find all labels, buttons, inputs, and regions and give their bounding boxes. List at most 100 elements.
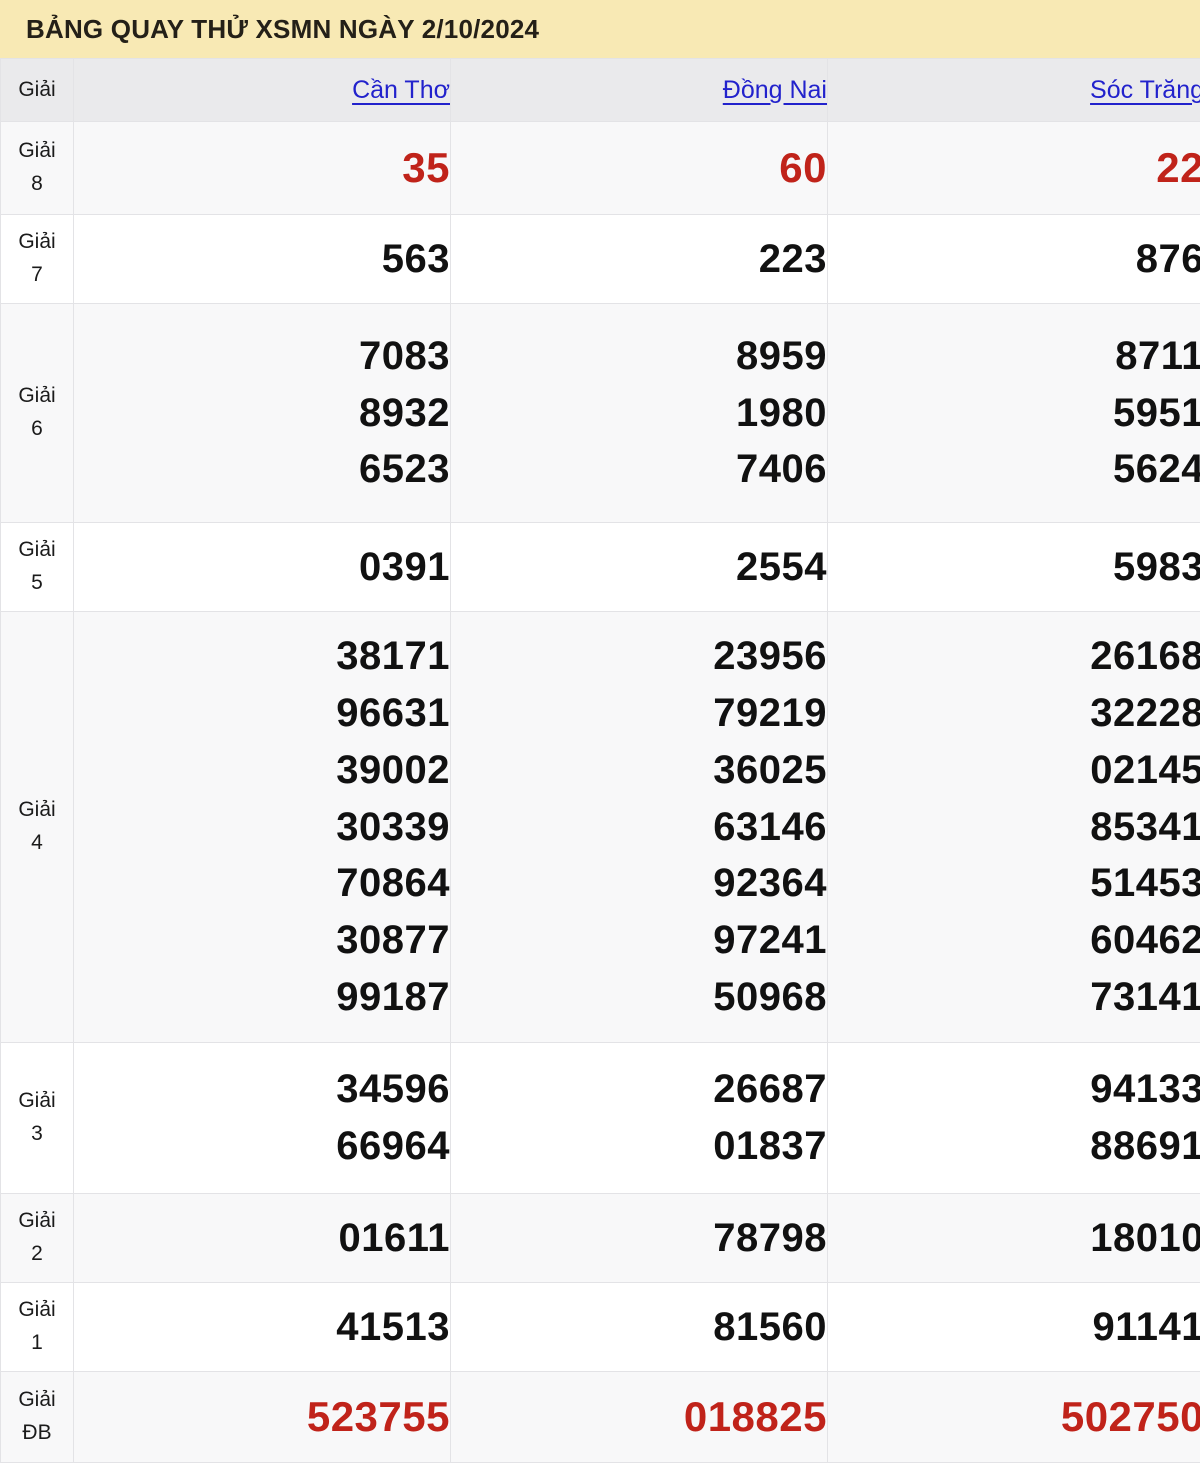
result-number: 38171: [74, 628, 450, 685]
result-cell: 523755: [74, 1372, 451, 1463]
result-cell: 78798: [451, 1194, 828, 1283]
result-cell: 81560: [451, 1283, 828, 1372]
result-number: 8959: [451, 328, 827, 385]
result-number: 23956: [451, 628, 827, 685]
table-row: GiảiĐB523755018825502750: [1, 1372, 1200, 1463]
result-number: 34596: [74, 1061, 450, 1118]
prize-label-number: 4: [1, 827, 73, 860]
prize-label-word: Giải: [1, 1205, 73, 1238]
result-number: 81560: [451, 1299, 827, 1356]
prize-label-number: 2: [1, 1238, 73, 1271]
result-number: 6523: [74, 441, 450, 498]
result-cell: 2554: [451, 523, 828, 612]
result-number: 018825: [451, 1387, 827, 1447]
result-number: 30339: [74, 799, 450, 856]
result-number: 70864: [74, 855, 450, 912]
column-header-province-1: Cần Thơ: [74, 59, 451, 122]
result-number: 60: [451, 138, 827, 198]
prize-label-word: Giải: [1, 380, 73, 413]
result-number: 5983: [828, 539, 1200, 596]
prize-label-number: 7: [1, 259, 73, 292]
page-title-bar: BẢNG QUAY THỬ XSMN NGÀY 2/10/2024: [0, 0, 1200, 58]
table-header: Giải Cần Thơ Đồng Nai Sóc Trăng: [1, 59, 1200, 122]
result-number: 223: [451, 231, 827, 288]
result-cell: 871159515624: [828, 304, 1200, 523]
table-header-row: Giải Cần Thơ Đồng Nai Sóc Trăng: [1, 59, 1200, 122]
table-row: Giải8356022: [1, 122, 1200, 215]
table-row: Giải5039125545983: [1, 523, 1200, 612]
result-number: 32228: [828, 685, 1200, 742]
result-number: 35: [74, 138, 450, 198]
prize-label-cell: GiảiĐB: [1, 1372, 74, 1463]
prize-label-cell: Giải3: [1, 1043, 74, 1194]
table-row: Giải7563223876: [1, 215, 1200, 304]
prize-label-number: 3: [1, 1118, 73, 1151]
result-number: 99187: [74, 969, 450, 1026]
province-link-dong-nai[interactable]: Đồng Nai: [723, 76, 827, 104]
prize-label-word: Giải: [1, 1294, 73, 1327]
result-cell: 23956792193602563146923649724150968: [451, 612, 828, 1043]
result-number: 22: [828, 138, 1200, 198]
result-cell: 41513: [74, 1283, 451, 1372]
result-cell: 3459666964: [74, 1043, 451, 1194]
lottery-results-table: Giải Cần Thơ Đồng Nai Sóc Trăng Giải8356…: [0, 58, 1200, 1463]
result-number: 73141: [828, 969, 1200, 1026]
result-cell: 223: [451, 215, 828, 304]
result-cell: 60: [451, 122, 828, 215]
result-cell: 26168322280214585341514536046273141: [828, 612, 1200, 1043]
result-cell: 2668701837: [451, 1043, 828, 1194]
prize-label-word: Giải: [1, 226, 73, 259]
table-row: Giải2016117879818010: [1, 1194, 1200, 1283]
prize-label-cell: Giải8: [1, 122, 74, 215]
result-number: 5951: [828, 385, 1200, 442]
table-row: Giải670838932652389591980740687115951562…: [1, 304, 1200, 523]
result-cell: 38171966313900230339708643087799187: [74, 612, 451, 1043]
result-number: 78798: [451, 1210, 827, 1267]
result-cell: 895919807406: [451, 304, 828, 523]
result-number: 523755: [74, 1387, 450, 1447]
result-number: 0391: [74, 539, 450, 596]
result-number: 79219: [451, 685, 827, 742]
province-link-soc-trang[interactable]: Sóc Trăng: [1090, 76, 1200, 104]
result-number: 96631: [74, 685, 450, 742]
result-number: 94133: [828, 1061, 1200, 1118]
prize-label-cell: Giải5: [1, 523, 74, 612]
result-cell: 18010: [828, 1194, 1200, 1283]
result-number: 1980: [451, 385, 827, 442]
result-number: 26687: [451, 1061, 827, 1118]
prize-label-word: Giải: [1, 1384, 73, 1417]
result-cell: 502750: [828, 1372, 1200, 1463]
result-number: 66964: [74, 1118, 450, 1175]
result-number: 92364: [451, 855, 827, 912]
result-number: 01837: [451, 1118, 827, 1175]
prize-label-word: Giải: [1, 1085, 73, 1118]
lottery-results-page: BẢNG QUAY THỬ XSMN NGÀY 2/10/2024 Giải C…: [0, 0, 1200, 1442]
result-number: 8932: [74, 385, 450, 442]
page-title: BẢNG QUAY THỬ XSMN NGÀY 2/10/2024: [26, 14, 539, 45]
table-body: Giải8356022Giải7563223876Giải67083893265…: [1, 122, 1200, 1463]
prize-label-cell: Giải4: [1, 612, 74, 1043]
prize-label-cell: Giải6: [1, 304, 74, 523]
prize-label-number: 6: [1, 413, 73, 446]
prize-label-number: ĐB: [1, 1417, 73, 1450]
result-number: 63146: [451, 799, 827, 856]
result-number: 02145: [828, 742, 1200, 799]
result-number: 39002: [74, 742, 450, 799]
prize-label-number: 5: [1, 567, 73, 600]
prize-label-word: Giải: [1, 794, 73, 827]
result-number: 88691: [828, 1118, 1200, 1175]
prize-label-word: Giải: [1, 135, 73, 168]
prize-label-number: 1: [1, 1327, 73, 1360]
result-number: 60462: [828, 912, 1200, 969]
result-cell: 22: [828, 122, 1200, 215]
prize-label-cell: Giải1: [1, 1283, 74, 1372]
province-link-can-tho[interactable]: Cần Thơ: [352, 76, 450, 104]
result-number: 51453: [828, 855, 1200, 912]
result-cell: 0391: [74, 523, 451, 612]
result-cell: 876: [828, 215, 1200, 304]
result-number: 85341: [828, 799, 1200, 856]
result-number: 7406: [451, 441, 827, 498]
result-number: 30877: [74, 912, 450, 969]
prize-label-cell: Giải2: [1, 1194, 74, 1283]
prize-label-number: 8: [1, 168, 73, 201]
